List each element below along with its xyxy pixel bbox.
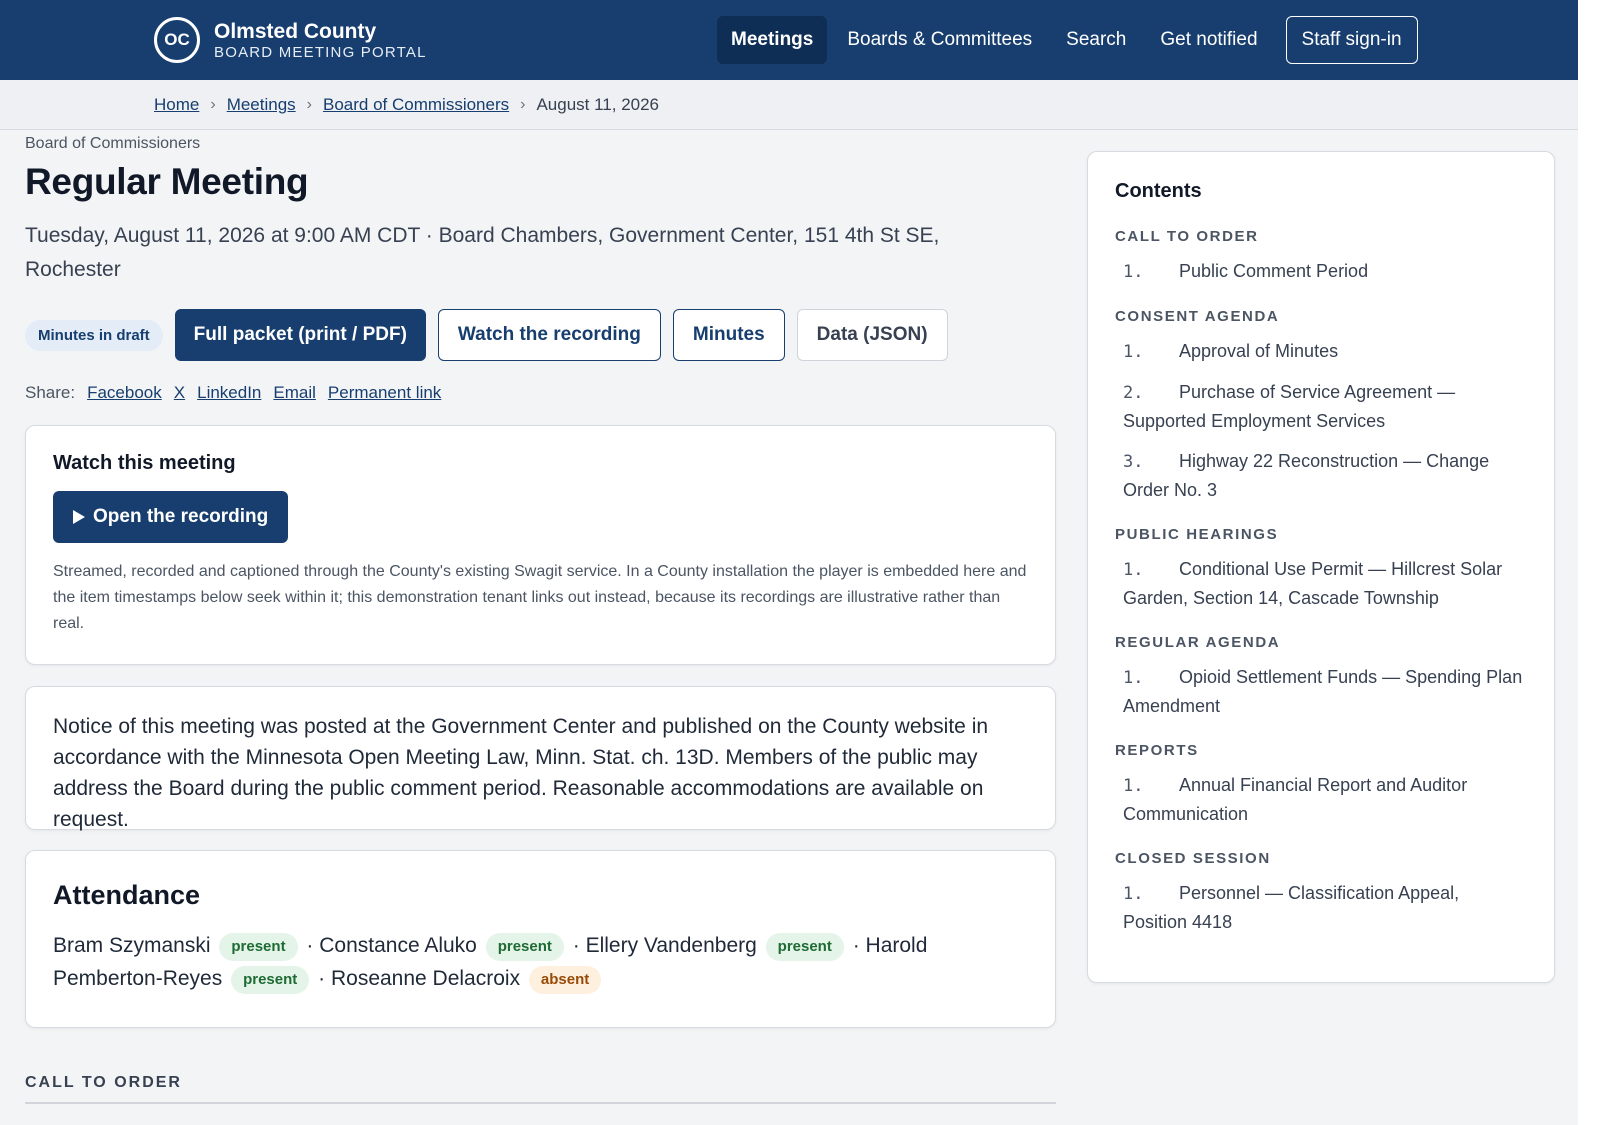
- toc-item[interactable]: 1. Opioid Settlement Funds — Spending Pla…: [1115, 663, 1527, 720]
- meeting-notice-text: Notice of this meeting was posted at the…: [53, 715, 989, 831]
- breadcrumb-bar: Home › Meetings › Board of Commissioners…: [0, 80, 1578, 130]
- share-email-link[interactable]: Email: [273, 383, 316, 403]
- breadcrumb: Home › Meetings › Board of Commissioners…: [154, 95, 659, 115]
- attendee-name: Bram Szymanski: [53, 934, 211, 957]
- toc-section-heading: CALL TO ORDER: [1115, 228, 1259, 245]
- toc-item-number: 1.: [1123, 560, 1144, 580]
- nav-meetings[interactable]: Meetings: [717, 16, 828, 64]
- meeting-datetime-location: Tuesday, August 11, 2026 at 9:00 AM CDT …: [25, 224, 940, 281]
- toc-item-label: Opioid Settlement Funds — Spending Plan …: [1123, 667, 1523, 716]
- toc-item[interactable]: 2. Purchase of Service Agreement — Suppor…: [1115, 378, 1527, 435]
- page-title: Regular Meeting: [25, 161, 309, 202]
- attendance-separator: ·: [306, 934, 314, 957]
- data-json-button[interactable]: Data (JSON): [796, 309, 948, 361]
- watch-meeting-card: Watch this meeting Open the recording St…: [25, 425, 1056, 665]
- minutes-status-badge: Minutes in draft: [25, 319, 163, 351]
- watch-recording-button[interactable]: Watch the recording: [437, 309, 661, 361]
- toc-item[interactable]: 1. Personnel — Classification Appeal, Pos…: [1115, 879, 1527, 936]
- attendance-separator: ·: [572, 934, 580, 957]
- breadcrumb-home[interactable]: Home: [154, 95, 199, 115]
- share-linkedin-link[interactable]: LinkedIn: [197, 383, 261, 403]
- toc-section-heading: REPORTS: [1115, 742, 1199, 759]
- toc-section-heading: REGULAR AGENDA: [1115, 634, 1281, 651]
- page-gutter: [1578, 0, 1600, 1125]
- county-logo: OC: [154, 17, 200, 63]
- breadcrumb-separator: ›: [520, 96, 526, 113]
- main-nav: Meetings Boards & Committees Search Get …: [717, 16, 1424, 64]
- nav-get-notified[interactable]: Get notified: [1146, 16, 1271, 64]
- toc-item-number: 1.: [1123, 884, 1144, 904]
- brand-name: Olmsted County: [214, 19, 377, 43]
- toc-item-number: 1.: [1123, 776, 1144, 796]
- toc-item-number: 2.: [1123, 383, 1144, 403]
- attendance-card: Attendance Bram Szymanski present · Cons…: [25, 850, 1056, 1028]
- toc-item[interactable]: 1. Annual Financial Report and Auditor Co…: [1115, 771, 1527, 828]
- share-x-link[interactable]: X: [174, 383, 185, 403]
- toc-section-heading: CONSENT AGENDA: [1115, 308, 1280, 325]
- attendance-list: Bram Szymanski present · Constance Aluko…: [53, 929, 1028, 995]
- brand-subtitle: BOARD MEETING PORTAL: [214, 43, 427, 61]
- open-recording-label: Open the recording: [93, 506, 269, 527]
- attendance-status-badge: present: [219, 933, 298, 961]
- brand-home-link[interactable]: OC Olmsted County BOARD MEETING PORTAL: [154, 17, 427, 63]
- breadcrumb-meetings[interactable]: Meetings: [227, 95, 296, 115]
- meeting-main: Board of Commissioners Regular Meeting T…: [25, 130, 1056, 1104]
- attendee-name: Constance Aluko: [319, 934, 477, 957]
- meeting-notice-card: Notice of this meeting was posted at the…: [25, 686, 1056, 831]
- agenda-section-heading: CALL TO ORDER: [25, 1074, 182, 1091]
- full-packet-button[interactable]: Full packet (print / PDF): [174, 309, 426, 361]
- open-recording-button[interactable]: Open the recording: [53, 491, 289, 543]
- attendance-status-badge: absent: [528, 966, 602, 994]
- share-label: Share:: [25, 383, 76, 402]
- attendance-status-badge: present: [231, 966, 310, 994]
- section-divider: [25, 1102, 1056, 1104]
- attendance-separator: ·: [318, 967, 326, 990]
- attendance-title: Attendance: [53, 880, 201, 910]
- watch-card-title: Watch this meeting: [53, 452, 236, 474]
- share-facebook-link[interactable]: Facebook: [87, 383, 162, 403]
- permanent-link[interactable]: Permanent link: [328, 383, 441, 403]
- toc-item-number: 1.: [1123, 262, 1144, 282]
- nav-boards-committees[interactable]: Boards & Committees: [833, 16, 1046, 64]
- recording-note: Streamed, recorded and captioned through…: [53, 563, 1027, 632]
- breadcrumb-separator: ›: [210, 96, 216, 113]
- staff-signin-button[interactable]: Staff sign-in: [1285, 16, 1418, 64]
- contents-title: Contents: [1115, 180, 1202, 202]
- toc-item-number: 1.: [1123, 668, 1144, 688]
- toc-item[interactable]: 1. Approval of Minutes: [1115, 337, 1527, 366]
- minutes-button[interactable]: Minutes: [672, 309, 785, 361]
- breadcrumb-separator: ›: [306, 96, 312, 113]
- attendance-separator: ·: [852, 934, 860, 957]
- toc-item[interactable]: 1. Public Comment Period: [1115, 257, 1527, 286]
- board-name: Board of Commissioners: [25, 135, 201, 152]
- toc-section-heading: CLOSED SESSION: [1115, 850, 1271, 867]
- attendance-status-badge: present: [485, 933, 564, 961]
- attendee-name: Roseanne Delacroix: [330, 967, 521, 990]
- toc-item[interactable]: 1. Conditional Use Permit — Hillcrest Sol…: [1115, 555, 1527, 612]
- attendance-status-badge: present: [765, 933, 844, 961]
- toc-item-label: Public Comment Period: [1179, 261, 1369, 281]
- nav-search[interactable]: Search: [1052, 16, 1140, 64]
- contents-sidebar: Contents CALL TO ORDER 1. Public Comment …: [1087, 151, 1555, 983]
- share-links: Share: Facebook X LinkedIn Email Permane…: [25, 383, 1056, 403]
- breadcrumb-current: August 11, 2026: [536, 95, 660, 114]
- attendee-name: Ellery Vandenberg: [585, 934, 757, 957]
- toc-item-number: 1.: [1123, 342, 1144, 362]
- toc-section-heading: PUBLIC HEARINGS: [1115, 526, 1279, 543]
- play-icon: [73, 510, 85, 524]
- toc-item-label: Approval of Minutes: [1179, 341, 1339, 361]
- toc-item-number: 3.: [1123, 452, 1144, 472]
- toc-item-label: Conditional Use Permit — Hillcrest Solar…: [1123, 559, 1503, 608]
- toc-item[interactable]: 3. Highway 22 Reconstruction — Change Ord…: [1115, 447, 1527, 504]
- breadcrumb-board[interactable]: Board of Commissioners: [323, 95, 509, 115]
- site-header: OC Olmsted County BOARD MEETING PORTAL M…: [0, 0, 1578, 80]
- meeting-actions: Minutes in draft Full packet (print / PD…: [25, 309, 1056, 361]
